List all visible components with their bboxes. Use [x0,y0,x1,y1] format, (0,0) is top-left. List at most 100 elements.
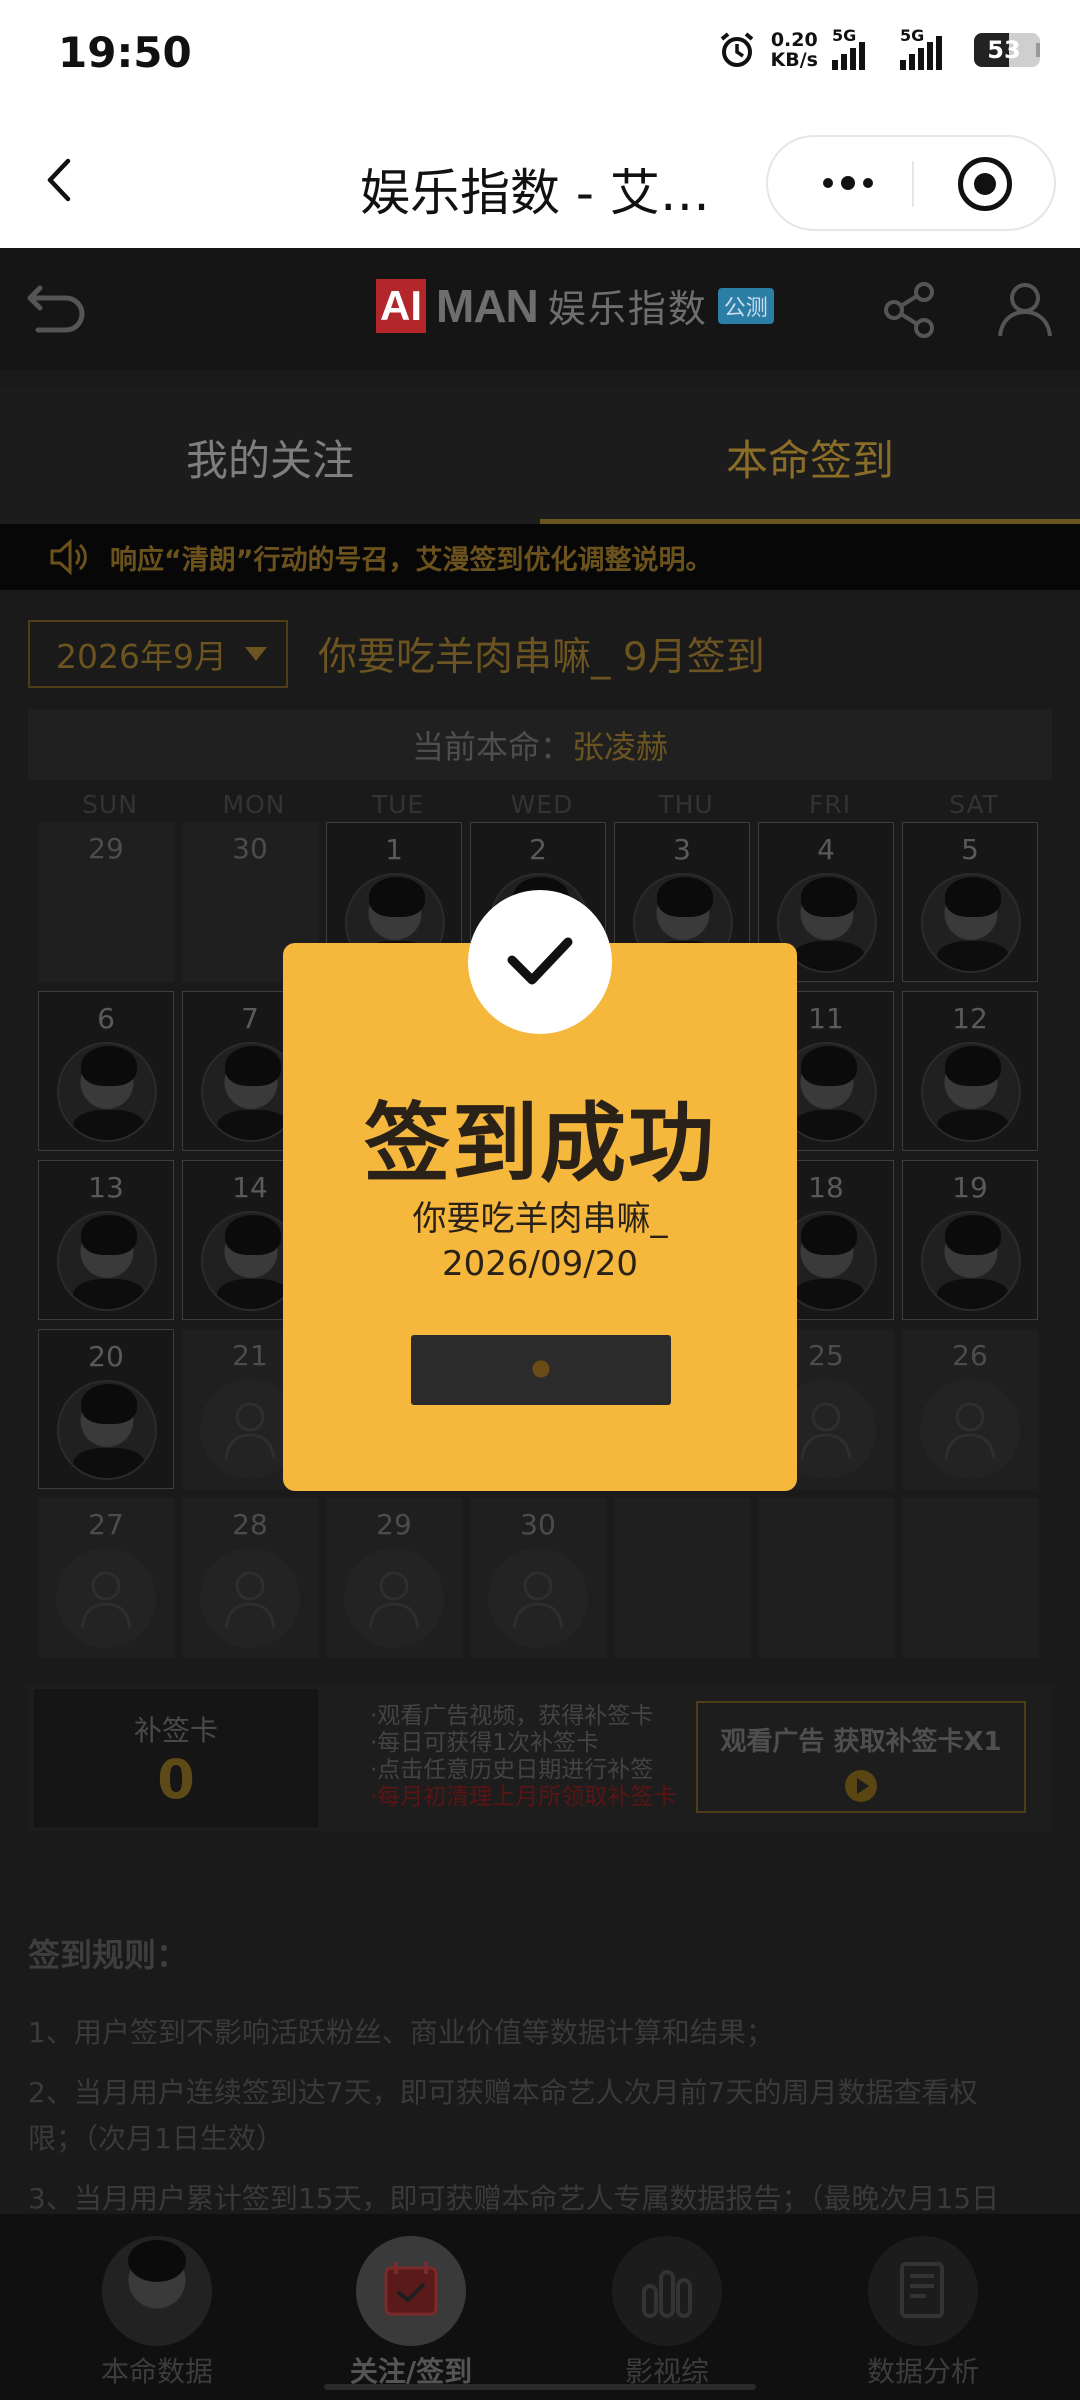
calendar-day-number: 4 [817,833,835,866]
return-icon[interactable] [24,278,90,338]
user-icon[interactable] [994,278,1056,340]
calendar-day-cell[interactable]: 13 [38,1160,174,1320]
logo-ai: AI [376,278,426,333]
dialog-username: 你要吃羊肉串嘛_ [412,1199,668,1239]
rule-item: 1、用户签到不影响活跃粉丝、商业价值等数据计算和结果； [28,2016,774,2049]
battery-level: 53 [987,36,1021,64]
weekday-label: TUE [371,790,425,819]
status-icons: 0.20 KB/s 5G 5G 53 [717,26,1040,70]
calendar-day-cell[interactable]: 5 [902,822,1038,982]
home-indicator[interactable] [324,2384,756,2390]
notice-bar[interactable]: 响应“清朗”行动的号召，艾漫签到优化调整说明。 [0,524,1080,590]
calendar-day-cell[interactable]: 12 [902,991,1038,1151]
calendar-day-cell[interactable]: 26 [902,1329,1038,1489]
signal-5g-1-icon: 5G [832,26,886,70]
calendar-day-number: 20 [88,1340,124,1373]
loading-icon [529,1357,553,1381]
share-icon[interactable] [880,280,940,340]
unsigned-user-icon [56,1548,156,1648]
tab-my-follow[interactable]: 我的关注 [0,390,540,524]
signed-avatar-icon [921,1042,1021,1142]
calendar-day-cell[interactable]: 29 [326,1498,462,1658]
status-time: 19:50 [58,28,192,77]
makeup-panel: 补签卡 0 ·观看广告视频，获得补签卡 ·每日可获得1次补签卡 ·点击任意历史日… [28,1685,1052,1831]
calendar-day-number: 13 [88,1171,124,1204]
makeup-warning: ·每月初清理上月所领取补签卡 [370,1784,677,1810]
calendar-day-cell[interactable]: 20 [38,1329,174,1489]
calendar-day-cell [902,1498,1038,1658]
calendar-day-number: 30 [232,832,268,865]
current-bias-label: 当前本命： [411,728,572,766]
makeup-note: ·每日可获得1次补签卡 [370,1730,599,1756]
calendar-icon [356,2236,466,2346]
weekday-label: MON [222,790,286,819]
bottom-nav-label: 本命数据 [100,2355,213,2388]
bars-icon [612,2236,722,2346]
calendar-day-number: 12 [952,1002,988,1035]
weekday-label: WED [510,790,574,819]
logo-man: MAN [436,279,539,332]
calendar-day-number: 3 [673,833,691,866]
bottom-nav-film-tv[interactable]: 影视综 [532,2214,802,2400]
weekday-header: SUN MON TUE WED THU FRI SAT [38,790,1046,819]
calendar-day-cell[interactable]: 30 [470,1498,606,1658]
calendar-day-cell[interactable]: 28 [182,1498,318,1658]
bottom-nav-follow-checkin[interactable]: 关注/签到 [276,2214,546,2400]
calendar-day-cell [614,1498,750,1658]
unsigned-user-icon [488,1548,588,1648]
dialog-date: 2026/09/20 [442,1244,638,1284]
month-select[interactable]: 2026年9月 [28,620,288,688]
close-miniprogram-icon[interactable] [958,157,1012,211]
bottom-nav-bias-data[interactable]: 本命数据 [22,2214,292,2400]
net-speed: 0.20 KB/s [771,30,818,70]
dialog-confirm-button[interactable] [411,1335,671,1405]
net-speed-value: 0.20 [770,29,818,51]
signal-5g-2-icon: 5G [900,26,960,70]
bottom-nav-data-analysis[interactable]: 数据分析 [788,2214,1058,2400]
signal-label-2: 5G [900,26,925,45]
miniprogram-nav: 娱乐指数 - 艾… [0,115,1080,248]
signed-avatar-icon [57,1042,157,1142]
notice-text: 响应“清朗”行动的号召，艾漫签到优化调整说明。 [110,544,713,576]
caret-down-icon [244,647,267,661]
calendar-day-cell[interactable]: 19 [902,1160,1038,1320]
signal-label-1: 5G [832,26,857,45]
current-bias-name: 张凌赫 [572,728,669,766]
more-icon[interactable] [808,137,888,229]
capsule-divider [912,161,914,207]
app-header: AI MAN 娱乐指数 公测 [0,248,1080,370]
watch-ad-label: 观看广告 获取补签卡X1 [720,1727,1002,1757]
back-icon[interactable] [36,155,86,205]
app-screen: 19:50 0.20 KB/s 5G 5G 53 娱乐指数 - 艾… AI MA… [0,0,1080,2400]
watch-ad-button[interactable]: 观看广告 获取补签卡X1 [696,1701,1026,1813]
capsule-menu [766,135,1056,231]
tab-bias-checkin[interactable]: 本命签到 [540,390,1080,524]
makeup-card-value: 0 [157,1748,195,1811]
calendar-day-number: 1 [385,833,403,866]
bottom-nav-label: 数据分析 [866,2355,979,2388]
makeup-note: ·点击任意历史日期进行补签 [370,1757,654,1783]
makeup-notes: ·观看广告视频，获得补签卡 ·每日可获得1次补签卡 ·点击任意历史日期进行补签 … [370,1703,676,1811]
app-logo: AI MAN 娱乐指数 公测 [376,278,774,333]
calendar-day-cell[interactable]: 6 [38,991,174,1151]
battery-icon: 53 [974,33,1040,67]
calendar-day-number: 5 [961,833,979,866]
current-bias: 当前本命： 张凌赫 [28,710,1052,780]
signed-avatar-icon [57,1211,157,1311]
weekday-label: SAT [949,790,999,819]
calendar-day-cell[interactable]: 27 [38,1498,174,1658]
weekday-label: FRI [808,790,852,819]
weekday-label: SUN [82,790,138,819]
check-icon [468,890,612,1034]
rule-item: 2、当月用户连续签到达7天，即可获赠本命艺人次月前7天的周月数据查看权限；（次月… [28,2076,978,2155]
signed-avatar-icon [921,873,1021,973]
calendar-day-cell [758,1498,894,1658]
unsigned-user-icon [344,1548,444,1648]
beta-badge: 公测 [717,287,774,324]
calendar-day-cell[interactable]: 29 [38,822,174,982]
report-icon [868,2236,978,2346]
nav-title: 娱乐指数 - 艾… [360,164,710,222]
unsigned-user-icon [920,1379,1020,1479]
alarm-icon [720,32,753,67]
makeup-card-label: 补签卡 [133,1714,218,1747]
